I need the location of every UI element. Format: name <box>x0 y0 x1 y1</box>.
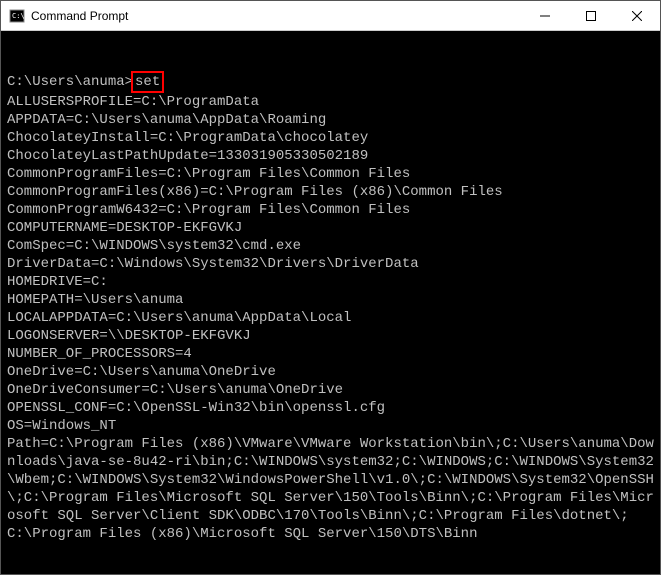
terminal-area[interactable]: C:\Users\anuma>set ALLUSERSPROFILE=C:\Pr… <box>1 31 660 574</box>
prompt: C:\Users\anuma> <box>7 74 133 90</box>
svg-text:C:\: C:\ <box>12 12 25 20</box>
close-button[interactable] <box>614 1 660 30</box>
titlebar: C:\ Command Prompt <box>1 1 660 31</box>
cmd-icon: C:\ <box>9 8 25 24</box>
maximize-button[interactable] <box>568 1 614 30</box>
window-controls <box>522 1 660 30</box>
output: ALLUSERSPROFILE=C:\ProgramData APPDATA=C… <box>7 93 654 543</box>
command-highlight: set <box>131 71 164 93</box>
command-text: set <box>135 74 160 90</box>
window-title: Command Prompt <box>31 9 522 23</box>
minimize-button[interactable] <box>522 1 568 30</box>
